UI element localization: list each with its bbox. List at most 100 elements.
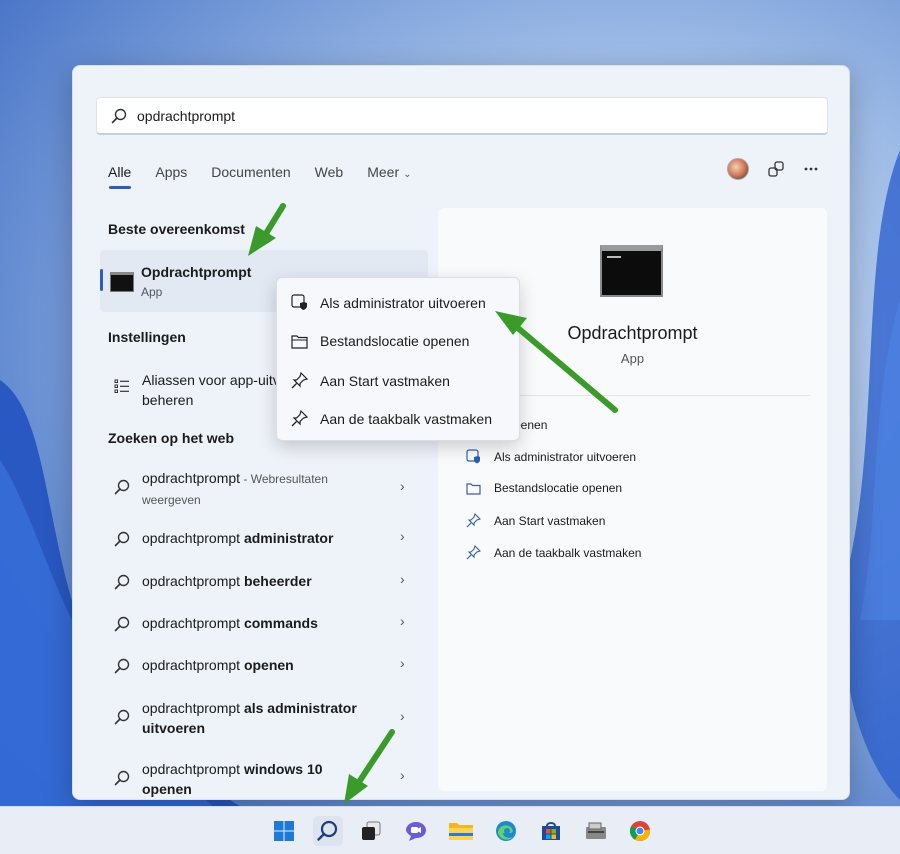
web-result-line2: openen — [142, 781, 192, 797]
search-icon[interactable] — [313, 816, 343, 846]
web-result-query: opdrachtprompt — [142, 615, 244, 631]
search-icon — [114, 616, 130, 632]
folder-icon — [466, 482, 481, 495]
web-result-text: opdrachtprompt administrator — [142, 528, 382, 548]
web-result-row[interactable]: opdrachtprompt administrator › — [108, 528, 408, 550]
action-pin-to-taskbar[interactable]: Aan de taakbalk vastmaken — [466, 545, 641, 560]
top-right-icons — [727, 158, 819, 180]
web-result-query: opdrachtprompt — [142, 761, 244, 777]
context-item-open-file-location[interactable]: Bestandslocatie openen — [291, 333, 469, 349]
chevron-right-icon: › — [400, 708, 405, 724]
web-result-query: opdrachtprompt — [142, 657, 244, 673]
best-match-type: App — [141, 285, 163, 299]
task-view-icon[interactable] — [356, 816, 386, 846]
tab-more[interactable]: Meer ⌄ — [367, 164, 411, 186]
action-run-as-admin-label: Als administrator uitvoeren — [494, 449, 637, 464]
context-item-pin-to-taskbar-label: Aan de taakbalk vastmaken — [320, 410, 492, 427]
action-pin-to-start[interactable]: Aan Start vastmaken — [466, 513, 605, 528]
shield-icon — [466, 449, 480, 464]
web-result-text: opdrachtprompt als administrator uitvoere… — [142, 698, 382, 738]
web-result-query: opdrachtprompt — [142, 470, 241, 486]
chevron-right-icon: › — [400, 655, 405, 671]
search-icon — [114, 658, 130, 674]
web-result-line2: weergeven — [142, 493, 201, 507]
pin-icon — [291, 372, 308, 389]
search-icon — [114, 531, 130, 547]
search-box[interactable] — [96, 97, 828, 135]
web-search-heading: Zoeken op het web — [108, 430, 235, 446]
chevron-right-icon: › — [400, 571, 405, 587]
teams-chat-icon[interactable] — [401, 816, 431, 846]
tab-web[interactable]: Web — [315, 164, 344, 186]
action-pin-to-start-label: Aan Start vastmaken — [494, 513, 606, 528]
action-run-as-admin[interactable]: Als administrator uitvoeren — [466, 449, 636, 464]
context-item-pin-to-start[interactable]: Aan Start vastmaken — [291, 372, 450, 389]
web-result-bold: windows 10 — [243, 761, 323, 777]
command-prompt-icon — [110, 272, 134, 292]
web-result-bold: administrator — [243, 530, 334, 546]
action-open-file-location-label: Bestandslocatie openen — [494, 481, 623, 495]
web-result-query: opdrachtprompt — [142, 573, 244, 589]
web-result-query: opdrachtprompt — [142, 700, 244, 716]
context-item-open-file-location-label: Bestandslocatie openen — [320, 333, 470, 349]
avatar[interactable] — [727, 158, 749, 180]
search-icon — [114, 479, 130, 495]
chevron-right-icon: › — [400, 613, 405, 629]
action-open-file-location[interactable]: Bestandslocatie openen — [466, 481, 622, 495]
settings-heading: Instellingen — [108, 329, 186, 345]
search-icon — [111, 108, 127, 123]
context-item-run-as-admin-label: Als administrator uitvoeren — [320, 294, 486, 311]
chevron-right-icon: › — [400, 528, 405, 544]
web-result-row[interactable]: opdrachtprompt - Webresultaten weergeven… — [108, 468, 408, 508]
filter-tabs: Alle Apps Documenten Web Meer ⌄ — [108, 164, 436, 189]
context-item-pin-to-start-label: Aan Start vastmaken — [320, 372, 450, 389]
tab-apps[interactable]: Apps — [155, 164, 187, 186]
pin-icon — [466, 545, 481, 560]
web-result-text: opdrachtprompt commands — [142, 613, 382, 633]
search-icon — [114, 770, 130, 786]
context-item-run-as-admin[interactable]: Als administrator uitvoeren — [291, 294, 486, 311]
file-explorer-icon[interactable] — [446, 816, 476, 846]
web-result-row[interactable]: opdrachtprompt beheerder › — [108, 571, 408, 593]
list-settings-icon — [114, 379, 129, 393]
web-result-bold: als administrator — [243, 700, 357, 716]
web-result-line2: uitvoeren — [142, 720, 206, 736]
web-result-query: opdrachtprompt — [142, 530, 244, 546]
web-result-suffix: - Webresultaten — [240, 472, 328, 486]
chevron-down-icon: ⌄ — [403, 169, 412, 180]
search-icon — [114, 574, 130, 590]
chevron-right-icon: › — [400, 767, 405, 783]
selection-accent — [100, 269, 103, 291]
web-result-text: opdrachtprompt beheerder — [142, 571, 382, 591]
web-result-row[interactable]: opdrachtprompt openen › — [108, 655, 408, 677]
chevron-right-icon: › — [400, 478, 405, 494]
tab-all[interactable]: Alle — [108, 164, 132, 189]
web-result-row[interactable]: opdrachtprompt windows 10 openen › — [108, 759, 408, 799]
web-result-bold: commands — [243, 615, 318, 631]
taskbar — [0, 806, 900, 854]
edge-icon[interactable] — [491, 816, 521, 846]
web-result-text: opdrachtprompt openen — [142, 655, 382, 675]
app-icon[interactable] — [581, 816, 611, 846]
action-pin-to-taskbar-label: Aan de taakbalk vastmaken — [494, 545, 642, 560]
pin-icon — [466, 513, 481, 528]
context-item-pin-to-taskbar[interactable]: Aan de taakbalk vastmaken — [291, 410, 492, 427]
tab-documents[interactable]: Documenten — [211, 164, 290, 186]
shield-icon — [291, 294, 307, 310]
tab-more-label: Meer — [367, 164, 400, 180]
web-result-bold: openen — [243, 657, 294, 673]
more-icon[interactable] — [803, 161, 819, 177]
web-result-text: opdrachtprompt windows 10 openen — [142, 759, 382, 799]
search-input[interactable] — [137, 107, 737, 124]
chrome-icon[interactable] — [625, 816, 655, 846]
web-result-row[interactable]: opdrachtprompt als administrator uitvoere… — [108, 698, 408, 738]
web-result-bold: beheerder — [243, 573, 312, 589]
web-result-text: opdrachtprompt - Webresultaten weergeven — [142, 468, 382, 510]
context-menu: Als administrator uitvoeren Bestandsloca… — [276, 277, 520, 441]
windows-start-icon[interactable] — [269, 816, 299, 846]
web-result-row[interactable]: opdrachtprompt commands › — [108, 613, 408, 635]
folder-icon — [291, 334, 308, 349]
share-icon[interactable] — [767, 160, 785, 178]
pin-icon — [291, 410, 308, 427]
store-icon[interactable] — [536, 816, 566, 846]
